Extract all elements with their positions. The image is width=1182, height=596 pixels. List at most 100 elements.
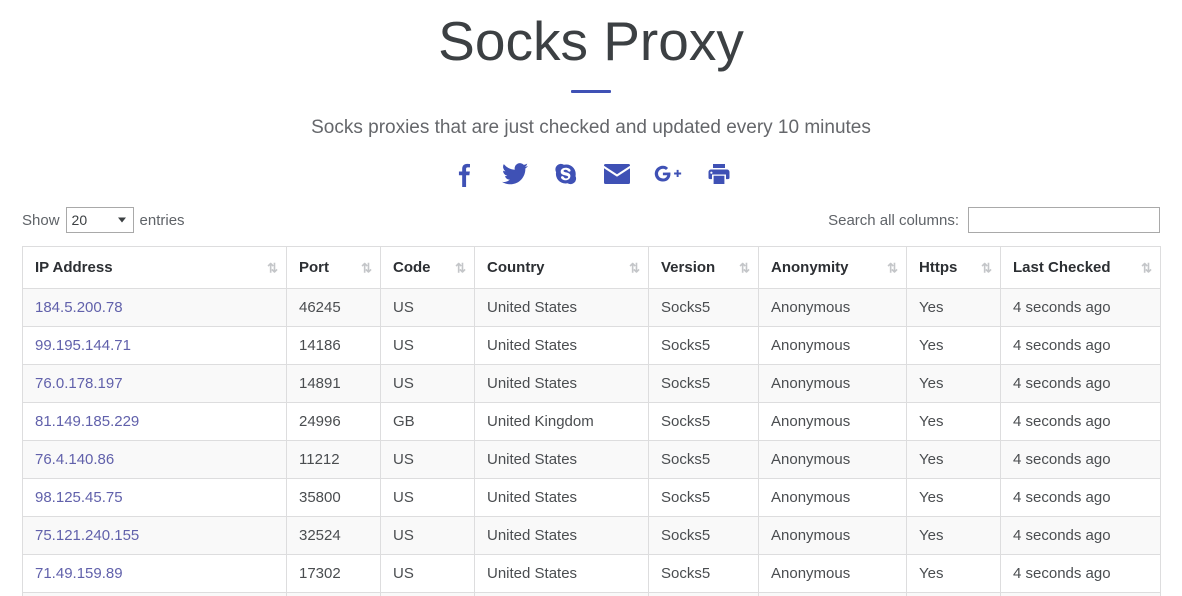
cell-code: GB — [380, 402, 475, 441]
cell-country: United States — [474, 478, 649, 517]
page-length-value: 20 — [71, 212, 88, 228]
column-header-label: Version — [661, 259, 716, 276]
show-label: Show — [22, 211, 60, 229]
google-plus-icon[interactable] — [653, 159, 683, 189]
cell-code: US — [380, 288, 475, 327]
cell-last-checked: 4 seconds ago — [1000, 516, 1161, 555]
cell-ip-address: 81.149.185.229 — [22, 402, 287, 441]
sort-toggle-icon[interactable]: ⇅ — [361, 261, 372, 274]
page-title: Socks Proxy — [438, 10, 744, 72]
email-icon[interactable] — [602, 159, 632, 189]
column-header-anonymity[interactable]: Anonymity ⇅ — [758, 246, 907, 289]
cell-port: 17302 — [286, 554, 381, 593]
cell-code: US — [380, 554, 475, 593]
table-controls: Show 20 entries Search all columns: — [0, 203, 1182, 237]
cell-version: Socks5 — [648, 326, 759, 365]
column-header-port[interactable]: Port ⇅ — [286, 246, 381, 289]
ip-address-link[interactable]: 81.149.185.229 — [35, 413, 139, 430]
cell-last-checked: 4 seconds ago — [1000, 440, 1161, 479]
ip-address-link[interactable]: 76.0.178.197 — [35, 375, 123, 392]
search-input[interactable] — [968, 207, 1160, 233]
cell-version: Socks5 — [648, 516, 759, 555]
cell-https: Yes — [906, 402, 1001, 441]
cell-country: United States — [474, 440, 649, 479]
cell-country: United States — [474, 288, 649, 327]
cell-version: Socks5 — [648, 440, 759, 479]
column-header-ip-address[interactable]: IP Address ⇅ — [22, 246, 287, 289]
cell-last-checked — [1000, 592, 1161, 596]
cell-anonymity: Anonymous — [758, 554, 907, 593]
cell-ip-address: 76.4.140.86 — [22, 440, 287, 479]
sort-toggle-icon[interactable]: ⇅ — [629, 261, 640, 274]
ip-address-link[interactable]: 99.195.144.71 — [35, 337, 131, 354]
ip-address-link[interactable]: 98.125.45.75 — [35, 489, 123, 506]
facebook-icon[interactable] — [449, 159, 479, 189]
entries-label: entries — [139, 211, 185, 229]
ip-address-link[interactable]: 184.5.200.78 — [35, 299, 123, 316]
ip-address-link[interactable]: 75.121.240.155 — [35, 527, 139, 544]
cell-ip-address: 76.0.178.197 — [22, 364, 287, 403]
cell-port: 24996 — [286, 402, 381, 441]
print-icon[interactable] — [704, 159, 734, 189]
table-header-row: IP Address ⇅ Port ⇅ Code ⇅ Country ⇅ Ver… — [22, 246, 1161, 289]
cell-anonymity: Anonymous — [758, 440, 907, 479]
column-header-country[interactable]: Country ⇅ — [474, 246, 649, 289]
cell-last-checked: 4 seconds ago — [1000, 326, 1161, 365]
cell-country: United States — [474, 364, 649, 403]
page-length-select[interactable]: 20 — [65, 207, 134, 233]
cell-last-checked: 4 seconds ago — [1000, 288, 1161, 327]
social-share-bar — [0, 159, 1182, 189]
skype-icon[interactable] — [551, 159, 581, 189]
table-row: 75.121.240.155 32524 US United States Socks5… — [22, 516, 1161, 555]
cell-ip-address: 99.195.144.71 — [22, 326, 287, 365]
cell-https: Yes — [906, 364, 1001, 403]
cell-ip-address: 184.5.200.78 — [22, 288, 287, 327]
twitter-icon[interactable] — [500, 159, 530, 189]
table-row: 184.5.200.78 46245 US United States Socks5 An… — [22, 288, 1161, 327]
chevron-down-icon — [117, 217, 126, 223]
cell-version: Socks5 — [648, 364, 759, 403]
cell-country — [474, 592, 649, 596]
page-root: Socks Proxy Socks proxies that are just … — [0, 0, 1182, 596]
cell-country: United Kingdom — [474, 402, 649, 441]
column-header-last-checked[interactable]: Last Checked ⇅ — [1000, 246, 1161, 289]
cell-country: United States — [474, 554, 649, 593]
cell-https — [906, 592, 1001, 596]
ip-address-link[interactable]: 76.4.140.86 — [35, 451, 114, 468]
cell-https: Yes — [906, 554, 1001, 593]
cell-code: US — [380, 440, 475, 479]
column-header-label: Last Checked — [1013, 259, 1111, 276]
sort-toggle-icon[interactable]: ⇅ — [739, 261, 750, 274]
cell-ip-address: 98.125.45.75 — [22, 478, 287, 517]
column-header-label: Country — [487, 259, 545, 276]
cell-last-checked: 4 seconds ago — [1000, 478, 1161, 517]
cell-code: US — [380, 364, 475, 403]
sort-toggle-icon[interactable]: ⇅ — [887, 261, 898, 274]
cell-version: Socks5 — [648, 402, 759, 441]
sort-toggle-icon[interactable]: ⇅ — [981, 261, 992, 274]
sort-toggle-icon[interactable]: ⇅ — [267, 261, 278, 274]
cell-port: 32524 — [286, 516, 381, 555]
cell-code — [380, 592, 475, 596]
ip-address-link[interactable]: 71.49.159.89 — [35, 565, 123, 582]
cell-port: 14186 — [286, 326, 381, 365]
cell-anonymity: Anonymous — [758, 516, 907, 555]
title-underline-divider — [571, 90, 611, 93]
column-header-label: IP Address — [35, 259, 113, 276]
column-header-label: Https — [919, 259, 958, 276]
column-header-version[interactable]: Version ⇅ — [648, 246, 759, 289]
cell-ip-address — [22, 592, 287, 596]
cell-https: Yes — [906, 326, 1001, 365]
column-header-https[interactable]: Https ⇅ — [906, 246, 1001, 289]
sort-toggle-icon[interactable]: ⇅ — [455, 261, 466, 274]
cell-last-checked: 4 seconds ago — [1000, 402, 1161, 441]
sort-toggle-icon[interactable]: ⇅ — [1141, 261, 1152, 274]
cell-anonymity — [758, 592, 907, 596]
cell-ip-address: 71.49.159.89 — [22, 554, 287, 593]
column-header-code[interactable]: Code ⇅ — [380, 246, 475, 289]
table-row: 71.49.159.89 17302 US United States Socks5 An… — [22, 554, 1161, 593]
cell-country: United States — [474, 516, 649, 555]
column-header-label: Code — [393, 259, 431, 276]
proxy-table-container: IP Address ⇅ Port ⇅ Code ⇅ Country ⇅ Ver… — [0, 246, 1182, 596]
table-row: 98.125.45.75 35800 US United States Socks5 An… — [22, 478, 1161, 517]
